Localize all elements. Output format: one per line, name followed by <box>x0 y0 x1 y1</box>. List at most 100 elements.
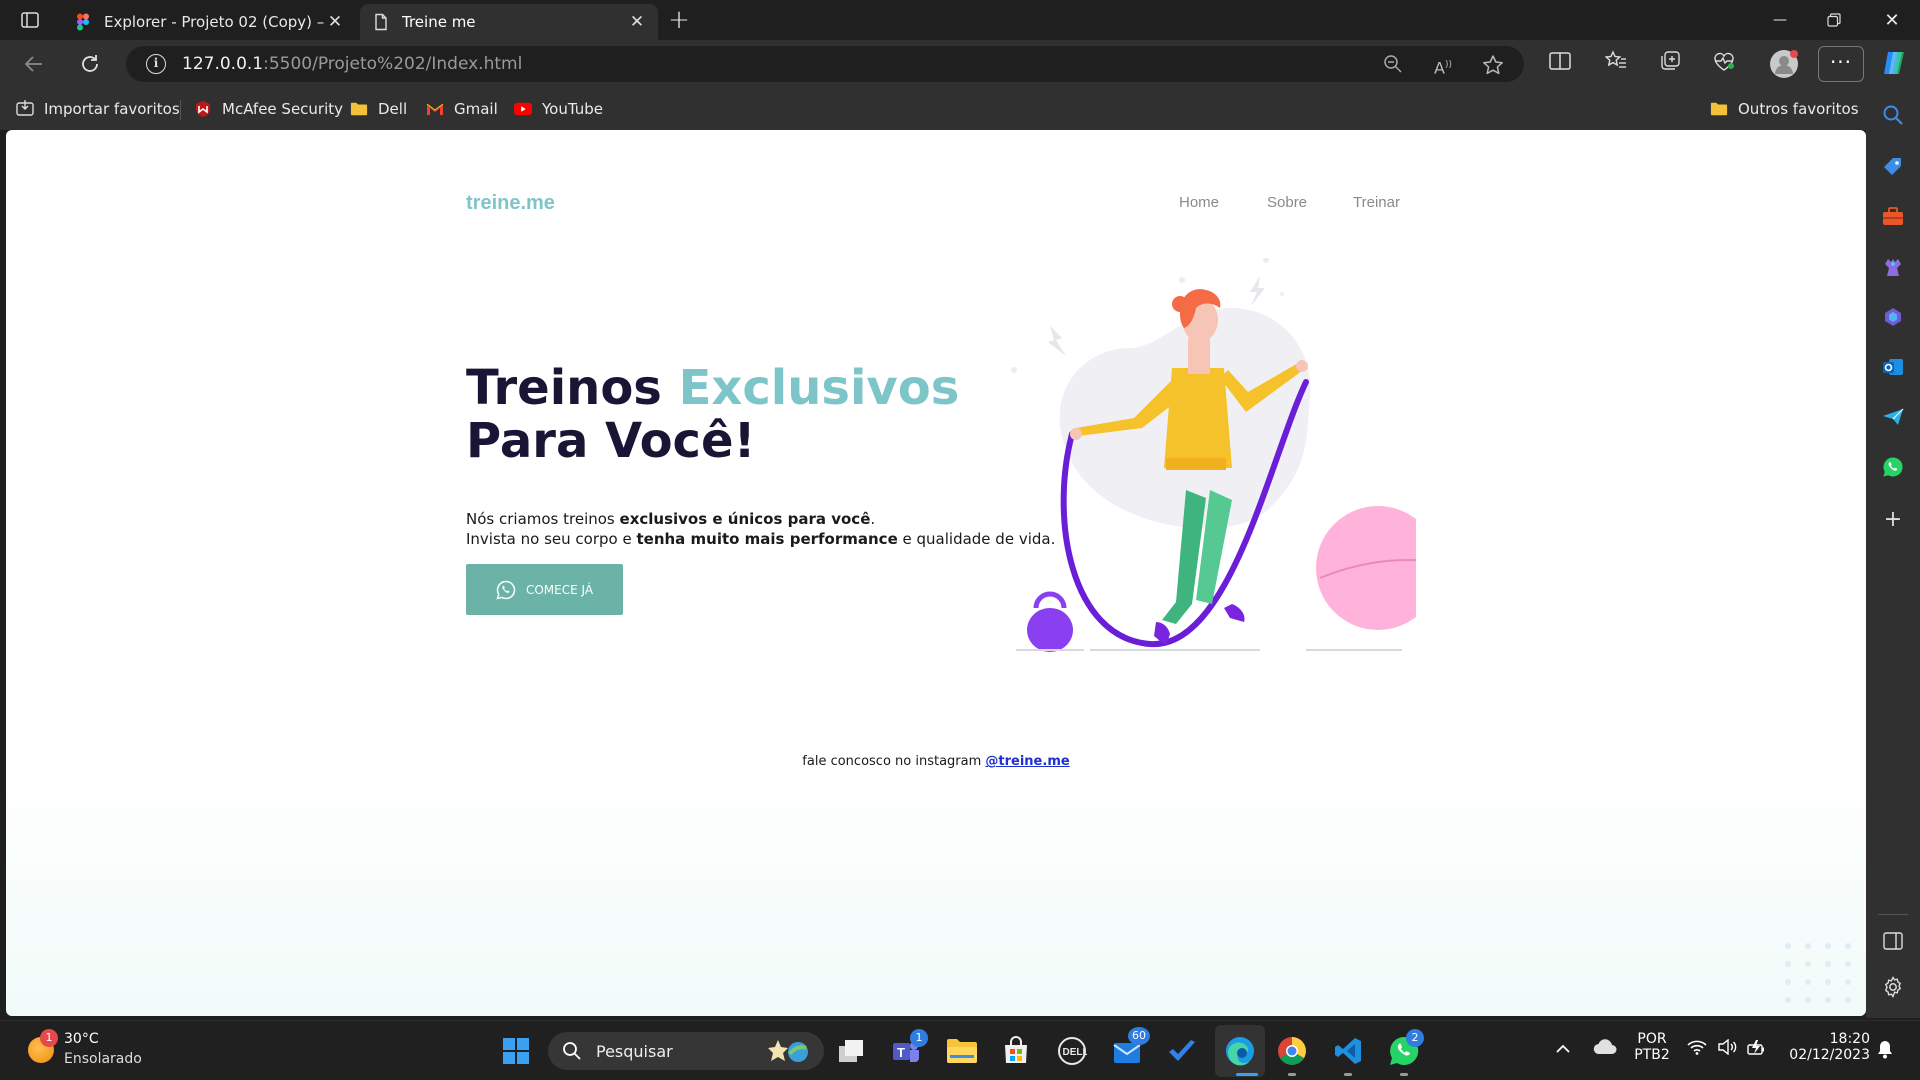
new-tab-button[interactable]: + <box>662 6 696 36</box>
svg-text:DELL: DELL <box>1063 1047 1088 1058</box>
bookmark-label: Outros favoritos <box>1738 100 1859 118</box>
vscode-icon <box>1335 1038 1361 1064</box>
weather-badge: 1 <box>40 1029 58 1047</box>
reload-button[interactable] <box>72 48 108 80</box>
clock[interactable]: 18:20 02/12/2023 <box>1782 1031 1870 1063</box>
bookmark-other-favorites[interactable]: Outros favoritos <box>1710 98 1859 120</box>
clock-time: 18:20 <box>1829 1031 1870 1047</box>
bookmarks-bar: Importar favoritos McAfee Security Dell … <box>0 88 1880 130</box>
show-hidden-icons-chevron-icon[interactable] <box>1552 1039 1574 1061</box>
dell-app-button[interactable]: DELL <box>1056 1035 1088 1067</box>
tools-briefcase-icon[interactable] <box>1880 204 1906 230</box>
bookmark-dell[interactable]: Dell <box>350 98 407 120</box>
folder-icon <box>947 1039 977 1063</box>
edge-button[interactable] <box>1224 1035 1256 1067</box>
svg-text:T: T <box>897 1045 905 1060</box>
profile-avatar[interactable] <box>1768 48 1800 80</box>
nav-home[interactable]: Home <box>1179 194 1219 211</box>
address-bar[interactable]: i 127.0.0.1:5500/Projeto%202/Index.html … <box>126 46 1524 82</box>
tab-strip: Explorer - Projeto 02 (Copy) – Fig ✕ Tre… <box>0 0 1920 40</box>
tab-treine-me[interactable]: Treine me ✕ <box>360 4 658 40</box>
taskbar-search[interactable]: Pesquisar <box>548 1032 824 1070</box>
onedrive-cloud-icon[interactable] <box>1592 1039 1618 1061</box>
nav-sobre[interactable]: Sobre <box>1267 194 1307 211</box>
zoom-icon[interactable] <box>1382 54 1404 76</box>
browser-essentials-icon[interactable] <box>1710 50 1738 78</box>
task-view-icon <box>839 1040 863 1062</box>
bookmark-label: Importar favoritos <box>44 100 180 118</box>
bookmark-label: Dell <box>378 100 408 118</box>
copilot-icon[interactable] <box>1878 48 1910 80</box>
copilot-sidebar-icon[interactable] <box>1880 304 1906 330</box>
page-viewport: treine.me Home Sobre Treinar Treinos Exc… <box>6 130 1866 1016</box>
back-button[interactable] <box>16 48 52 80</box>
close-window-button[interactable]: ✕ <box>1864 0 1920 40</box>
teams-badge: 1 <box>910 1029 928 1047</box>
restore-button[interactable] <box>1806 0 1862 40</box>
windows-logo-icon <box>503 1038 529 1064</box>
import-icon <box>16 100 34 118</box>
windows-taskbar: 1 30°C Ensolarado Pesquisar T 1 DELL 60 <box>0 1020 1920 1080</box>
search-highlight-icon <box>768 1040 808 1062</box>
wifi-icon[interactable] <box>1686 1039 1708 1061</box>
active-app-indicator <box>1236 1073 1258 1076</box>
decorative-dots <box>1785 943 1851 1003</box>
start-now-label: COMECE JÁ <box>525 582 594 597</box>
shopping-tag-icon[interactable] <box>1880 154 1906 180</box>
settings-menu-button[interactable]: ··· <box>1818 46 1864 82</box>
input-language[interactable]: POR PTB2 <box>1628 1031 1676 1063</box>
back-arrow-icon <box>24 56 42 72</box>
instagram-link[interactable]: @treine.me <box>985 754 1069 769</box>
site-logo[interactable]: treine.me <box>466 192 555 215</box>
close-tab-icon[interactable]: ✕ <box>628 12 646 32</box>
url-text[interactable]: 127.0.0.1:5500/Projeto%202/Index.html <box>182 54 522 74</box>
clock-date: 02/12/2023 <box>1789 1047 1870 1063</box>
microsoft-store-button[interactable] <box>1000 1035 1032 1067</box>
search-icon[interactable] <box>1880 102 1906 128</box>
todo-button[interactable] <box>1166 1035 1198 1067</box>
vscode-button[interactable] <box>1332 1035 1364 1067</box>
file-explorer-button[interactable] <box>946 1035 978 1067</box>
bookmark-gmail[interactable]: Gmail <box>426 98 498 120</box>
restore-icon <box>1827 13 1841 27</box>
running-indicator <box>1288 1073 1296 1076</box>
chrome-button[interactable] <box>1276 1035 1308 1067</box>
bookmark-label: McAfee Security <box>222 100 344 118</box>
notifications-bell-icon[interactable] <box>1874 1039 1896 1061</box>
bookmark-mcafee[interactable]: McAfee Security <box>194 98 343 120</box>
start-now-button[interactable]: COMECE JÁ <box>466 564 623 615</box>
favorites-icon[interactable] <box>1602 50 1630 78</box>
send-icon[interactable] <box>1880 404 1906 430</box>
tab-actions-button[interactable] <box>14 8 46 32</box>
start-button[interactable] <box>500 1035 532 1067</box>
minimize-button[interactable]: — <box>1752 0 1808 40</box>
outlook-icon[interactable] <box>1880 354 1906 380</box>
whatsapp-sidebar-icon[interactable] <box>1880 454 1906 480</box>
sidebar-settings-gear-icon[interactable] <box>1880 974 1906 1000</box>
task-view-button[interactable] <box>836 1035 868 1067</box>
split-screen-icon[interactable] <box>1546 50 1574 78</box>
running-indicator <box>1344 1073 1352 1076</box>
volume-icon[interactable] <box>1716 1038 1738 1061</box>
site-info-icon[interactable]: i <box>146 54 166 74</box>
folder-icon <box>350 100 368 118</box>
browser-toolbar: i 127.0.0.1:5500/Projeto%202/Index.html … <box>0 40 1920 88</box>
games-icon[interactable] <box>1880 254 1906 280</box>
exercise-ball <box>1316 506 1416 630</box>
add-sidebar-app-icon[interactable]: + <box>1880 506 1906 532</box>
bookmark-import-favorites[interactable]: Importar favoritos <box>16 98 180 120</box>
youtube-icon <box>514 100 532 118</box>
whatsapp-icon <box>496 580 516 600</box>
battery-charging-icon[interactable] <box>1746 1039 1768 1061</box>
whatsapp-badge: 2 <box>1406 1029 1424 1047</box>
reload-icon <box>82 55 98 72</box>
tab-figma[interactable]: Explorer - Projeto 02 (Copy) – Fig ✕ <box>62 4 356 40</box>
hide-sidebar-icon[interactable] <box>1880 928 1906 954</box>
favorite-star-icon[interactable] <box>1482 54 1504 76</box>
bookmark-youtube[interactable]: YouTube <box>514 98 603 120</box>
collections-icon[interactable] <box>1656 50 1684 78</box>
read-aloud-icon[interactable]: A)) <box>1432 54 1454 77</box>
close-tab-icon[interactable]: ✕ <box>326 12 344 32</box>
checkmark-icon <box>1169 1040 1195 1061</box>
nav-treinar[interactable]: Treinar <box>1353 194 1400 211</box>
